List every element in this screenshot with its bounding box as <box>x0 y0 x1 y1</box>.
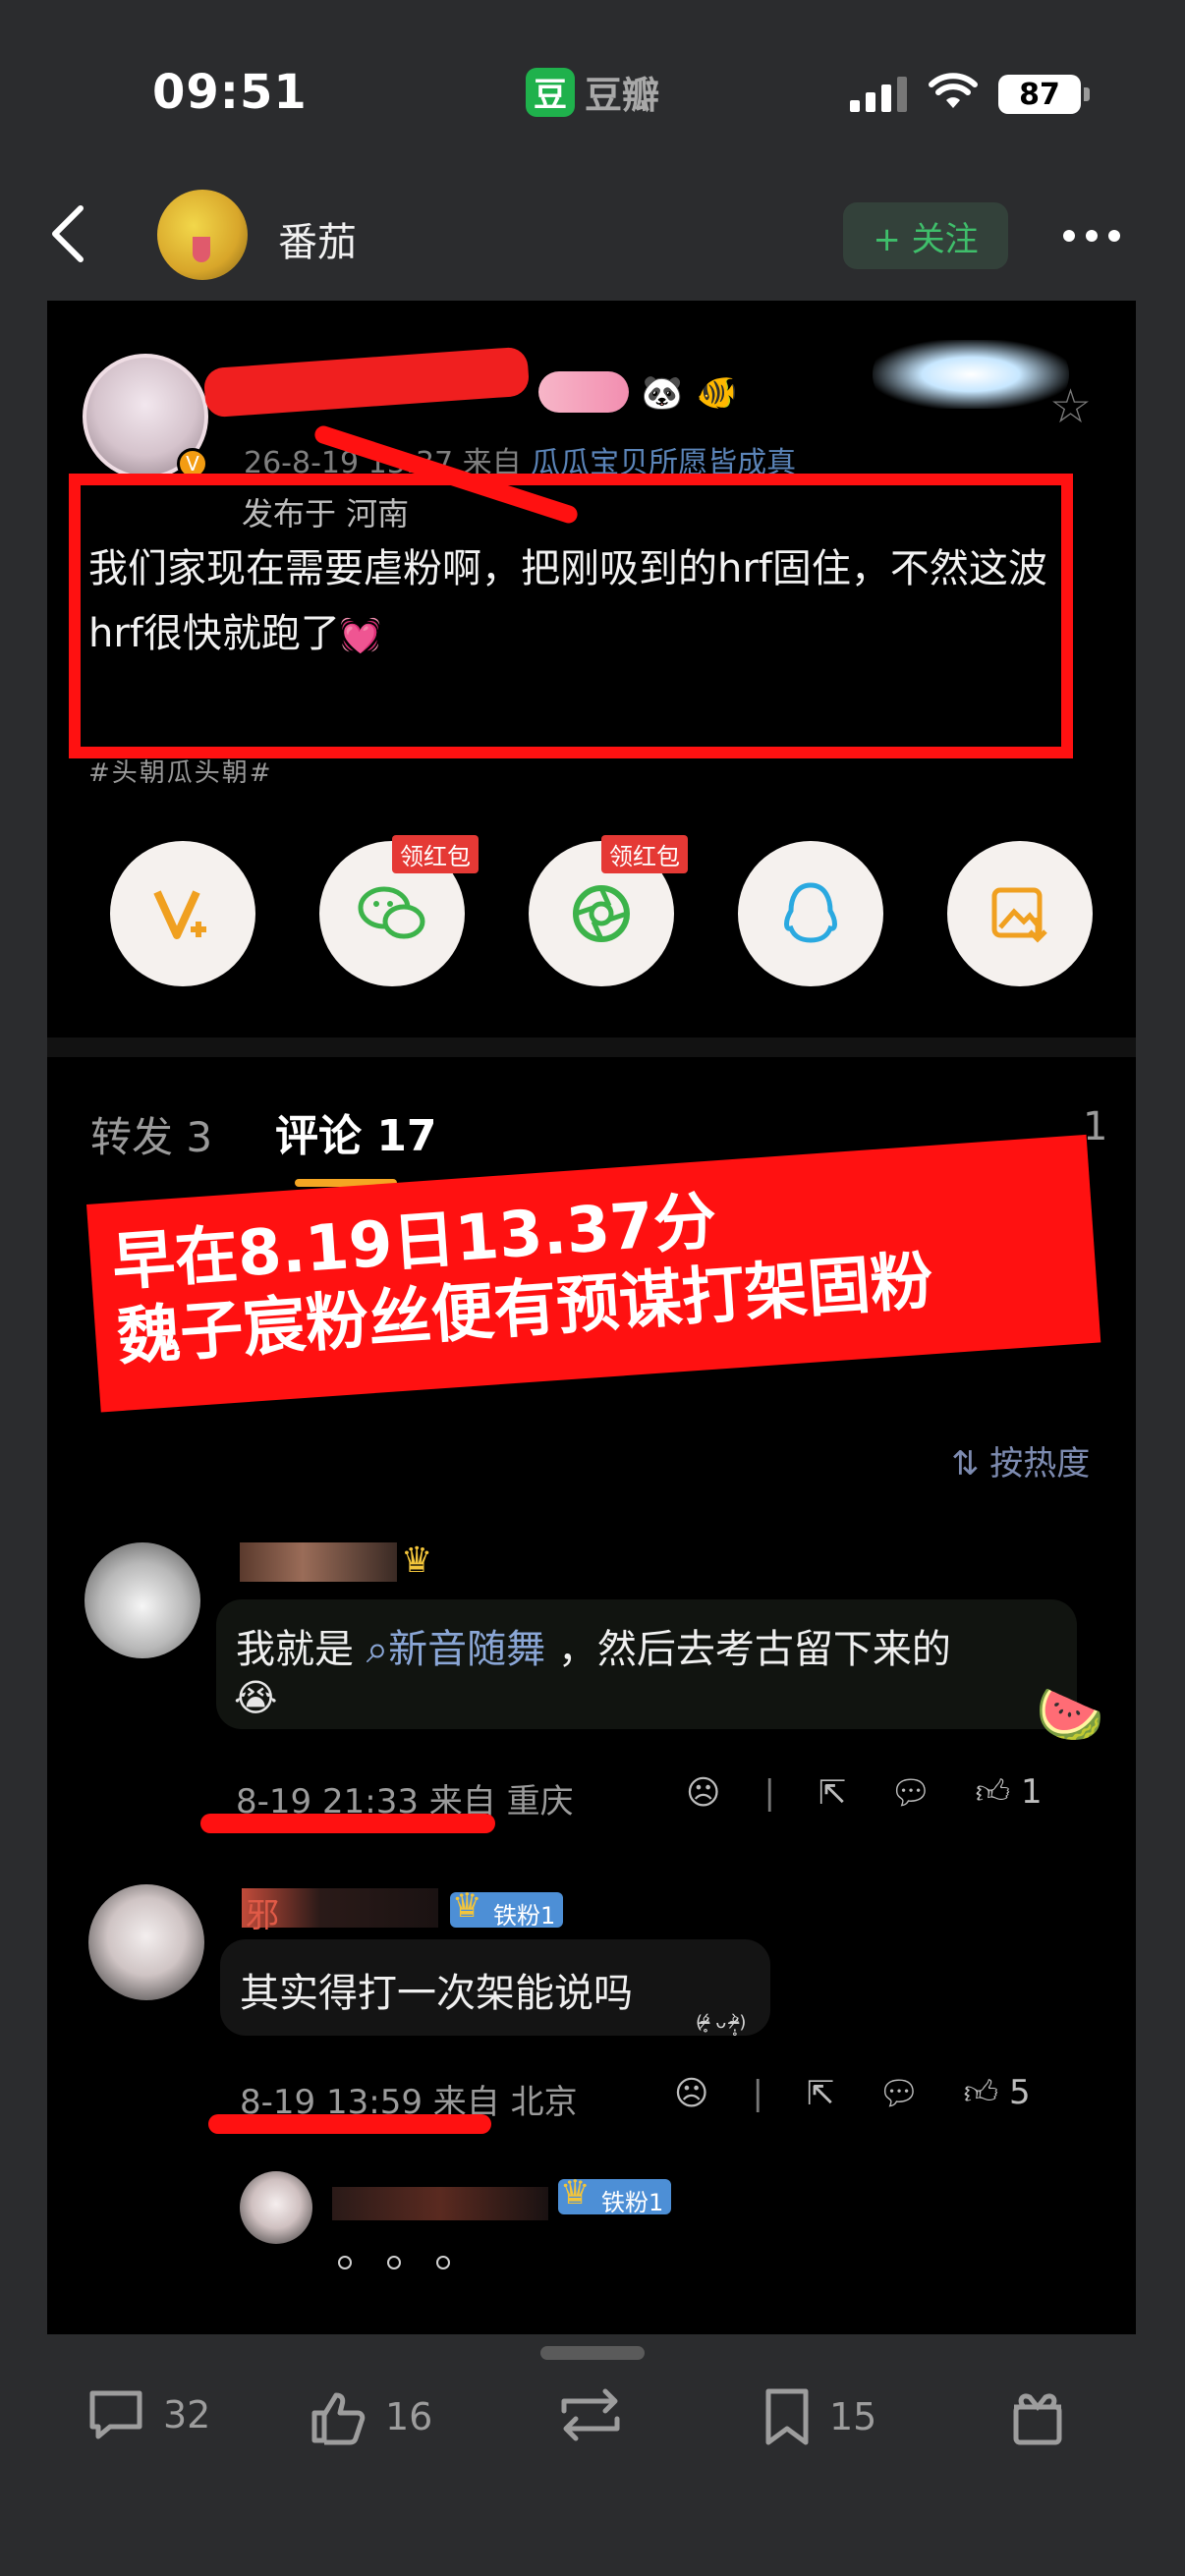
moments-icon <box>573 885 630 942</box>
comment-actions: ☹ | ⇱ 💬︎ 👍︎ 5 <box>674 2073 1031 2113</box>
comment-text-part: ，然后去考古留下来的 <box>557 1627 951 1672</box>
redacted-username <box>240 1542 397 1582</box>
qq-icon <box>784 882 837 943</box>
drag-handle[interactable] <box>540 2346 645 2360</box>
watermelon-icon: 🍉 <box>1036 1683 1104 1747</box>
likes-count: 16 <box>385 2395 433 2438</box>
crown-icon: ♛ <box>401 1540 433 1581</box>
dislike-icon[interactable]: ☹ <box>674 2074 708 2113</box>
redacted-username <box>332 2187 548 2220</box>
share-vlog-button[interactable] <box>110 841 255 986</box>
like-count: 1 <box>1020 1772 1043 1812</box>
wifi-icon <box>929 73 978 116</box>
reply-icon[interactable]: 💬︎ <box>877 2074 920 2113</box>
username-initial: 邪 <box>246 1896 279 1935</box>
bookmarks-count: 15 <box>829 2395 877 2438</box>
crown-icon: ♛ <box>452 1886 482 1926</box>
share-wechat-button[interactable]: 领红包 <box>319 835 479 986</box>
share-moments-button[interactable]: 领红包 <box>529 835 688 986</box>
fan-badge: ♛ 铁粉1 <box>450 1886 564 1930</box>
red-packet-badge: 领红包 <box>601 835 688 873</box>
divider <box>47 1037 1136 1057</box>
fan-badge: ♛ 铁粉1 <box>558 2173 672 2216</box>
more-options-icon[interactable] <box>1063 230 1120 242</box>
battery-icon: 87 <box>998 75 1090 114</box>
kaomoji-sticker: (ᵒ̴̶̷̥́ ᴗ ᵒ̴̶̷̣̥̀) <box>696 2012 747 2033</box>
bookmark-icon <box>765 2388 809 2445</box>
redaction-mark <box>202 346 531 419</box>
red-packet-badge: 领红包 <box>392 835 479 873</box>
v-plus-icon <box>153 890 206 939</box>
comments-button[interactable]: 32 <box>86 2387 210 2442</box>
topic-link[interactable]: ⌕新音随舞 <box>367 1627 545 1672</box>
red-underline <box>200 1814 495 1833</box>
post-badges: 🐼 🐠 <box>538 371 739 413</box>
annotation-banner: 早在8.19日13.37分 魏子宸粉丝便有预谋打架固粉 <box>86 1134 1101 1413</box>
like-count: 5 <box>1008 2073 1031 2112</box>
share-qq-button[interactable] <box>738 841 883 986</box>
bookmark-button[interactable]: 15 <box>762 2387 876 2446</box>
level-badge-icon <box>538 371 629 413</box>
commenter-avatar[interactable] <box>88 1884 204 2000</box>
chevron-left-icon <box>52 205 84 262</box>
topic-link-label: 新音随舞 <box>388 1627 546 1672</box>
post-topic-tag: #头朝瓜头朝# <box>88 758 273 788</box>
post-screenshot-image[interactable]: V 🐼 🐠 ☆ 26-8-19 13:37 来自 瓜瓜宝贝所愿皆成真 发布于 河… <box>47 301 1136 2334</box>
highlight-box <box>69 474 1073 758</box>
fan-badge-label: 铁粉1 <box>601 2189 664 2216</box>
comment-actions: ☹ | ⇱ 💬︎ 👍︎ 1 <box>686 1772 1043 1813</box>
douban-logo-icon: 豆 <box>526 67 575 117</box>
tab-comment[interactable]: 评论 17 <box>275 1100 437 1163</box>
crying-emoji-icon: 😭 <box>234 1676 278 1719</box>
decorative-sparkle <box>873 340 1069 409</box>
dislike-icon[interactable]: ☹ <box>686 1773 720 1813</box>
thumbs-up-icon <box>311 2392 366 2445</box>
redacted-username: 邪 <box>242 1888 438 1935</box>
post-author-avatar: V <box>83 354 208 479</box>
share-row: 领红包 领红包 <box>110 835 1093 986</box>
like-post-button[interactable]: 16 <box>309 2387 432 2446</box>
reply-icon[interactable]: 💬︎ <box>889 1773 931 1813</box>
separator: | <box>752 2073 763 2113</box>
reply-avatar[interactable] <box>240 2171 312 2244</box>
repost-button[interactable] <box>556 2387 625 2442</box>
status-app: 豆 豆瓣 <box>526 65 659 119</box>
sort-by-hot-button[interactable]: ⇅ 按热度 <box>951 1436 1090 1484</box>
fish-icon: 🐠 <box>696 373 739 413</box>
comment-text-part: 我就是 <box>236 1627 354 1672</box>
user-avatar[interactable] <box>157 190 248 280</box>
loading-dots <box>338 2256 450 2269</box>
save-image-button[interactable] <box>947 841 1093 986</box>
like-button[interactable]: 👍︎ 5 <box>964 2073 1031 2113</box>
like-button[interactable]: 👍︎ 1 <box>976 1772 1043 1813</box>
separator: | <box>763 1772 775 1813</box>
user-name[interactable]: 番茄 <box>278 210 357 267</box>
share-icon[interactable]: ⇱ <box>818 1773 847 1813</box>
repost-icon <box>561 2388 620 2441</box>
star-icon: ☆ <box>1049 379 1093 434</box>
image-download-icon <box>991 887 1047 943</box>
gift-icon <box>1013 2393 1062 2445</box>
signal-icon <box>850 77 907 112</box>
status-time: 09:51 <box>152 65 308 120</box>
commenter-avatar[interactable] <box>85 1542 200 1658</box>
wechat-icon <box>358 886 425 939</box>
status-app-name: 豆瓣 <box>585 74 660 117</box>
page: { "status_bar": {"time": "09:51", "app_n… <box>0 0 1185 2576</box>
bottom-action-bar <box>0 2334 1185 2576</box>
crown-icon: ♛ <box>560 2173 591 2212</box>
comment-text: 我就是 ⌕新音随舞 ，然后去考古留下来的 <box>236 1617 951 1674</box>
fan-badge-label: 铁粉1 <box>493 1902 556 1930</box>
gift-button[interactable] <box>1010 2387 1065 2446</box>
comments-count: 32 <box>163 2393 211 2436</box>
panda-icon: 🐼 <box>641 373 684 413</box>
tab-repost[interactable]: 转发 3 <box>90 1104 212 1164</box>
follow-button[interactable]: + 关注 <box>843 202 1008 269</box>
back-button[interactable] <box>47 204 88 263</box>
red-underline <box>208 2114 491 2134</box>
share-icon[interactable]: ⇱ <box>807 2074 835 2113</box>
comment-text: 其实得打一次架能说吗 <box>240 1971 633 2016</box>
comment-icon <box>89 2390 142 2439</box>
